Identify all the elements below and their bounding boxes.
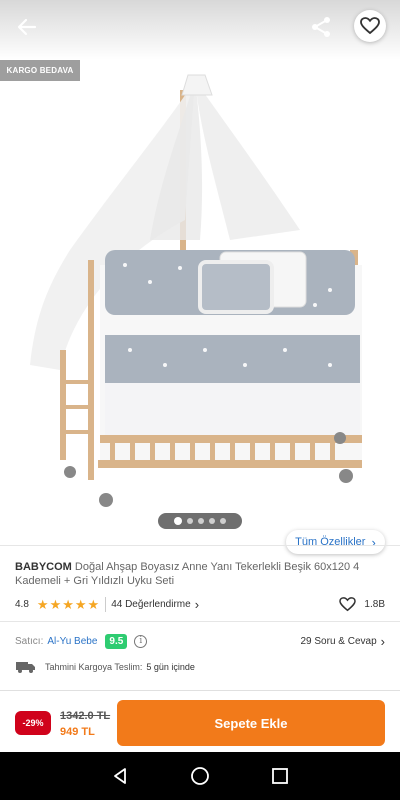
likes[interactable]: 1.8B: [339, 596, 385, 612]
all-features-label: Tüm Özellikler: [295, 536, 366, 548]
all-features-button[interactable]: Tüm Özellikler ›: [286, 530, 385, 554]
chevron-right-icon: ›: [194, 596, 200, 612]
page-dot[interactable]: [187, 518, 193, 524]
page-dot[interactable]: [174, 517, 182, 525]
recents-square-icon[interactable]: [270, 766, 290, 786]
rating-value: 4.8: [15, 598, 29, 610]
chevron-right-icon: ›: [380, 633, 385, 649]
shipping-row: Tahmini Kargoya Teslim: 5 gün içinde: [15, 659, 385, 675]
rating-row: 4.8 ★ ★ ★ ★ ★ 44 Değerlendirme › 1.8B: [15, 596, 385, 612]
star-icon: ★: [87, 596, 100, 612]
product-photo-crib: [30, 74, 362, 507]
seller-row: Satıcı: Al-Yu Bebe 9.5 i 29 Soru & Cevap…: [15, 632, 385, 650]
back-triangle-icon[interactable]: [110, 766, 130, 786]
seller-label: Satıcı:: [15, 635, 44, 647]
new-price: 949 TL: [60, 726, 95, 738]
qa-label: 29 Soru & Cevap: [300, 635, 377, 647]
page-dot[interactable]: [220, 518, 226, 524]
discount-badge: -29%: [15, 711, 51, 735]
old-price: 1342.0 TL: [60, 710, 111, 722]
star-icon: ★: [62, 596, 74, 612]
divider: [0, 545, 400, 546]
questions-answers-link[interactable]: 29 Soru & Cevap ›: [300, 634, 385, 649]
share-icon[interactable]: [308, 14, 334, 40]
heart-icon: [360, 17, 380, 35]
page-dot[interactable]: [209, 518, 215, 524]
star-icon: ★: [36, 596, 49, 612]
heart-icon: [339, 596, 357, 611]
top-bar: [0, 0, 400, 54]
page-dot[interactable]: [198, 518, 204, 524]
add-to-cart-button[interactable]: Sepete Ekle: [117, 700, 385, 746]
star-icon: ★: [74, 596, 87, 612]
seller-name-link[interactable]: Al-Yu Bebe: [47, 636, 97, 647]
product-image-gallery[interactable]: KARGO BEDAVA: [0, 0, 400, 540]
product-title: BABYCOM Doğal Ahşap Boyasız Anne Yanı Te…: [15, 560, 375, 588]
truck-icon: [16, 662, 35, 673]
shipping-label: Tahmini Kargoya Teslim:: [45, 662, 143, 672]
reviews-link[interactable]: 44 Değerlendirme ›: [105, 596, 200, 612]
rating-stars: ★ ★ ★ ★ ★: [37, 598, 99, 611]
image-pagination[interactable]: [158, 513, 242, 529]
star-icon: ★: [49, 596, 62, 612]
product-brand: BABYCOM: [15, 561, 72, 573]
purchase-bar: -29% 1342.0 TL 949 TL Sepete Ekle: [0, 690, 400, 752]
home-circle-icon[interactable]: [190, 766, 210, 786]
likes-count: 1.8B: [364, 598, 385, 610]
info-icon[interactable]: i: [134, 634, 148, 648]
chevron-right-icon: ›: [371, 534, 376, 550]
favorite-button[interactable]: [354, 10, 386, 42]
shipping-value: 5 gün içinde: [146, 662, 195, 672]
back-arrow-icon[interactable]: [14, 14, 40, 40]
android-nav-bar: [0, 752, 400, 800]
divider: [0, 621, 400, 622]
seller-score-badge: 9.5: [105, 633, 128, 649]
reviews-label: 44 Değerlendirme: [111, 598, 191, 610]
